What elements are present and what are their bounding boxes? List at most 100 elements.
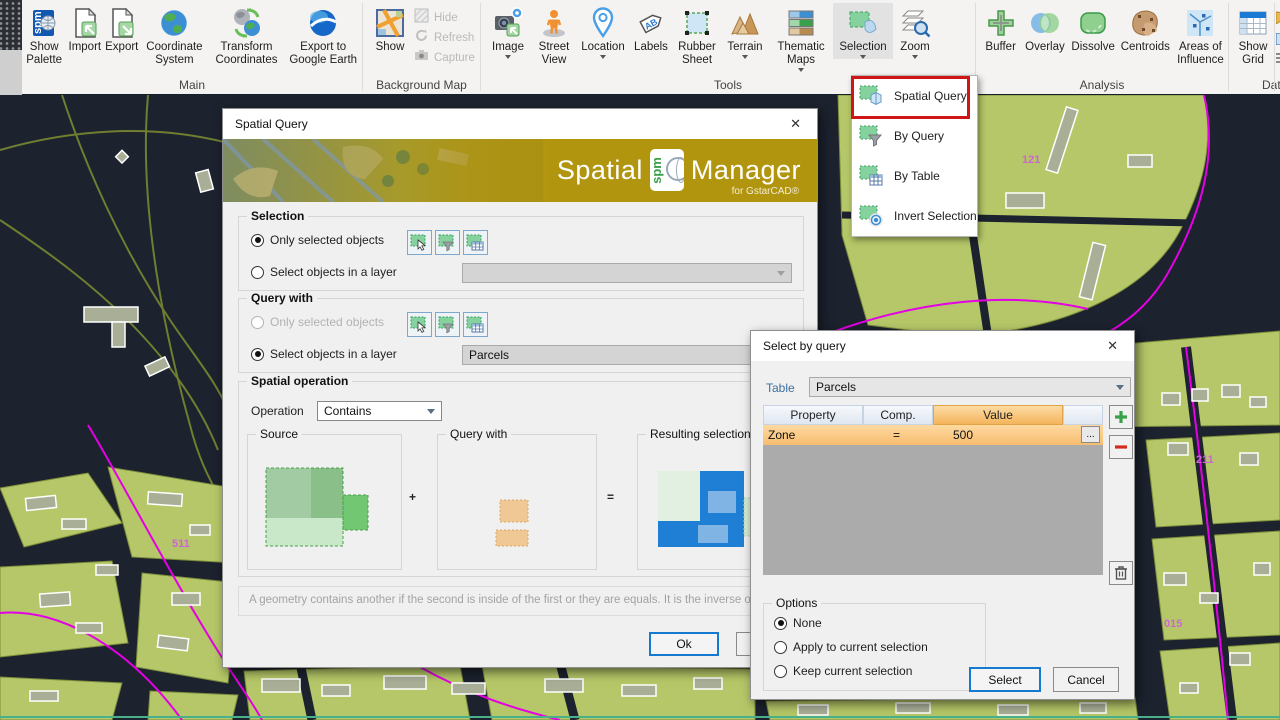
centroids-button[interactable]: Centroids (1118, 3, 1173, 54)
add-condition-button[interactable] (1109, 405, 1133, 429)
select-button[interactable]: Select (969, 667, 1041, 692)
radio-select-objects-in-layer[interactable]: Select objects in a layer (251, 265, 397, 279)
table-objects-button[interactable] (463, 230, 488, 255)
radio-icon (251, 234, 264, 247)
app-window: 511 121 211 015 spm Show Palette Import (0, 0, 1280, 720)
radio-icon (251, 316, 264, 329)
selection-button[interactable]: Selection (833, 3, 893, 59)
menu-item-invert-selection[interactable]: Invert Selection (852, 196, 977, 236)
equals-sign: = (607, 490, 614, 504)
query-diagram (438, 438, 596, 568)
grid-header-value[interactable]: Value (933, 405, 1063, 425)
centroids-icon (1129, 5, 1161, 41)
map-label: 211 (1196, 454, 1214, 466)
buffer-button[interactable]: Buffer (980, 3, 1021, 54)
grid-cell-property: Zone (768, 428, 795, 442)
import-button[interactable]: Import (66, 3, 103, 54)
spatial-query-titlebar[interactable]: Spatial Query ✕ (223, 109, 817, 139)
query-pick-objects-button[interactable] (407, 312, 432, 337)
pick-objects-button[interactable] (407, 230, 432, 255)
map-label: 511 (172, 538, 190, 550)
grid-row[interactable]: Zone = 500 ... (763, 425, 1103, 445)
radio-query-only-selected[interactable]: Only selected objects (251, 315, 384, 329)
chevron-down-icon (1116, 385, 1124, 390)
table-combobox[interactable]: Parcels (809, 377, 1131, 397)
grid-header-comp[interactable]: Comp. (863, 405, 933, 425)
spm-logo-icon: spm (650, 149, 684, 191)
thematic-maps-icon (785, 5, 817, 41)
brand-spatial: Spatial (557, 155, 643, 186)
trash-icon (1112, 564, 1130, 582)
rubber-sheet-button[interactable]: Rubber Sheet (673, 3, 721, 67)
location-button[interactable]: Location (577, 3, 629, 59)
menu-item-by-table[interactable]: By Table (852, 156, 977, 196)
selection-layer-combobox[interactable] (462, 263, 792, 283)
radio-none[interactable]: None (774, 616, 822, 630)
image-button[interactable]: Image (485, 3, 531, 59)
labels-button[interactable]: AB Labels (629, 3, 673, 54)
radio-icon (251, 348, 264, 361)
clear-conditions-button[interactable] (1109, 561, 1133, 585)
map-label: 121 (1022, 154, 1040, 166)
remove-condition-button[interactable] (1109, 435, 1133, 459)
background-hide-button[interactable]: Hide (414, 9, 475, 26)
terrain-button[interactable]: Terrain (721, 3, 769, 59)
close-icon[interactable]: ✕ (786, 116, 805, 132)
value-ellipsis-button[interactable]: ... (1081, 426, 1100, 443)
select-cursor-icon (410, 315, 429, 334)
menu-item-by-query[interactable]: By Query (852, 116, 977, 156)
ok-button[interactable]: Ok (649, 632, 719, 656)
close-icon[interactable]: ✕ (1103, 338, 1122, 354)
street-view-button[interactable]: Street View (531, 3, 577, 67)
zoom-button[interactable]: Zoom (893, 3, 937, 59)
grid-header-property[interactable]: Property (763, 405, 863, 425)
background-show-button[interactable]: Show (366, 3, 414, 54)
coordinate-system-button[interactable]: Coordinate System (140, 3, 208, 67)
export-google-earth-button[interactable]: Export to Google Earth (284, 3, 362, 67)
dissolve-button[interactable]: Dissolve (1069, 3, 1118, 54)
query-table-objects-button[interactable] (463, 312, 488, 337)
show-palette-button[interactable]: spm Show Palette (22, 3, 66, 67)
export-file-icon (106, 5, 138, 41)
dissolve-icon (1077, 5, 1109, 41)
query-cancel-button[interactable]: Cancel (1053, 667, 1119, 692)
source-diagram (248, 438, 401, 568)
funnel-icon (438, 233, 457, 252)
ribbon-separator (1274, 3, 1275, 91)
clipped-icon (1276, 52, 1280, 71)
export-button[interactable]: Export (103, 3, 140, 54)
select-by-query-titlebar[interactable]: Select by query ✕ (751, 331, 1134, 361)
areas-of-influence-button[interactable]: Areas of Influence (1173, 3, 1228, 67)
source-groupbox: Source (247, 434, 402, 570)
background-capture-button[interactable]: Capture (414, 49, 475, 66)
selection-dropdown-menu: Spatial Query By Query By Table Invert S… (851, 75, 978, 237)
menu-item-spatial-query[interactable]: Spatial Query (852, 76, 977, 116)
palette-dock-strip[interactable] (0, 0, 22, 95)
plus-icon (1112, 408, 1130, 426)
radio-keep-current-selection[interactable]: Keep current selection (774, 664, 912, 678)
map-tile-icon (374, 5, 406, 41)
zoom-layers-icon (899, 5, 931, 41)
radio-query-in-layer[interactable]: Select objects in a layer (251, 347, 397, 361)
grid-cell-value: 500 (953, 428, 973, 442)
transform-coordinates-button[interactable]: Transform Coordinates (209, 3, 285, 67)
map-hide-icon (414, 8, 429, 28)
thematic-maps-button[interactable]: Thematic Maps (769, 3, 833, 72)
show-grid-button[interactable]: Show Grid (1231, 3, 1275, 67)
grid-empty-area[interactable] (763, 445, 1103, 575)
chevron-down-icon (860, 55, 866, 59)
operation-combobox[interactable]: Contains (317, 401, 442, 421)
overlay-button[interactable]: Overlay (1021, 3, 1068, 54)
grid-table-icon (1237, 5, 1269, 41)
chevron-down-icon (742, 55, 748, 59)
radio-icon (251, 266, 264, 279)
ribbon-group-data: Show Grid Dat (1229, 0, 1280, 95)
filter-objects-button[interactable] (435, 230, 460, 255)
options-groupbox: Options None Apply to current selection … (763, 603, 986, 691)
background-refresh-button[interactable]: Refresh (414, 29, 475, 46)
invert-selection-icon (859, 202, 885, 231)
radio-apply-to-current-selection[interactable]: Apply to current selection (774, 640, 928, 654)
query-filter-objects-button[interactable] (435, 312, 460, 337)
query-layer-combobox[interactable]: Parcels (462, 345, 792, 365)
radio-only-selected-objects[interactable]: Only selected objects (251, 233, 384, 247)
